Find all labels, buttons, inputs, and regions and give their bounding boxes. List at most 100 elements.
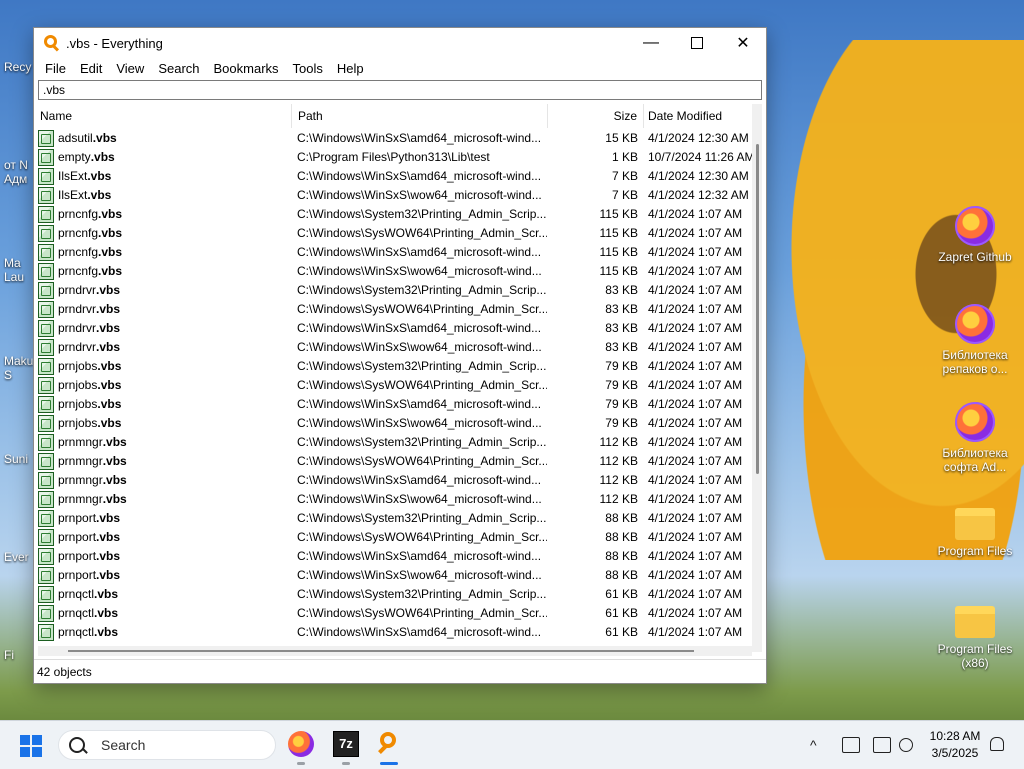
table-row[interactable]: prncnfg.vbs C:\Windows\System32\Printing_… [38,205,752,224]
file-name-cell: prnport.vbs [38,566,292,585]
file-name-cell: prnqctl.vbs [38,623,292,642]
table-row[interactable]: prnport.vbs C:\Windows\WinSxS\wow64_micro… [38,566,752,585]
table-row[interactable]: prnmngr.vbs C:\Windows\System32\Printing_… [38,433,752,452]
table-row[interactable]: prndrvr.vbs C:\Windows\SysWOW64\Printing_… [38,300,752,319]
title-bar[interactable]: .vbs - Everything — ✕ [34,28,766,58]
table-row[interactable]: prnjobs.vbs C:\Windows\WinSxS\amd64_micro… [38,395,752,414]
menu-file[interactable]: File [38,61,73,76]
menu-help[interactable]: Help [330,61,371,76]
table-row[interactable]: prndrvr.vbs C:\Windows\WinSxS\wow64_micro… [38,338,752,357]
desktop-icon-repack-library[interactable]: Библиотека репаков о... [935,304,1015,376]
desktop-label[interactable]: Maku [4,354,33,368]
column-header-path[interactable]: Path [292,104,548,128]
windows-logo-icon [20,735,30,745]
desktop-label[interactable]: от N [4,158,28,172]
table-row[interactable]: prndrvr.vbs C:\Windows\WinSxS\amd64_micro… [38,319,752,338]
vbs-file-icon [38,567,54,584]
menu-search[interactable]: Search [151,61,206,76]
desktop-icon-program-files[interactable]: Program Files [935,500,1015,558]
desktop-label[interactable]: Lau [4,270,24,284]
desktop-label[interactable]: Recy [4,60,31,74]
desktop-label[interactable]: Ever [4,550,29,564]
close-button[interactable]: ✕ [720,28,766,58]
desktop-label[interactable]: Ma [4,256,21,270]
menu-view[interactable]: View [109,61,151,76]
file-date: 4/1/2024 1:07 AM [648,302,743,316]
show-hidden-icons-chevron-icon[interactable]: ^ [810,721,817,769]
vbs-file-icon [38,396,54,413]
file-date: 4/1/2024 1:07 AM [648,283,743,297]
table-row[interactable]: IlsExt.vbs C:\Windows\WinSxS\amd64_micros… [38,167,752,186]
file-date: 4/1/2024 1:07 AM [648,207,743,221]
column-header-size[interactable]: Size [548,104,644,128]
file-date: 4/1/2024 1:07 AM [648,549,743,563]
table-row[interactable]: prnjobs.vbs C:\Windows\System32\Printing_… [38,357,752,376]
file-date: 4/1/2024 1:07 AM [648,435,743,449]
everything-window: .vbs - Everything — ✕ File Edit View Sea… [33,27,767,684]
display-icon[interactable] [873,721,891,769]
search-box[interactable] [38,80,762,100]
table-row[interactable]: prnqctl.vbs C:\Windows\System32\Printing_… [38,585,752,604]
desktop-label[interactable]: Suni [4,452,28,466]
desktop-icon-label: Библиотека софта Ad... [942,446,1008,474]
file-size: 88 KB [605,530,638,544]
file-date: 4/1/2024 1:07 AM [648,340,743,354]
desktop-label[interactable]: Адм [4,172,27,186]
maximize-button[interactable] [674,28,720,58]
column-header-name[interactable]: Name [38,104,292,128]
table-row[interactable]: prnmngr.vbs C:\Windows\WinSxS\amd64_micro… [38,471,752,490]
file-size: 1 KB [611,150,638,164]
menu-tools[interactable]: Tools [286,61,330,76]
file-name: prnjobs [58,378,98,392]
column-header-date[interactable]: Date Modified [644,104,752,128]
start-button[interactable] [20,735,42,757]
desktop-label[interactable]: Fi [4,648,14,662]
file-path: C:\Windows\WinSxS\wow64_microsoft-wind..… [297,340,542,354]
file-path: C:\Windows\System32\Printing_Admin_Scrip… [297,587,547,601]
table-row[interactable]: prnport.vbs C:\Windows\SysWOW64\Printing_… [38,528,752,547]
search-input[interactable] [39,81,761,99]
scrollbar-thumb[interactable] [68,650,694,652]
menu-bookmarks[interactable]: Bookmarks [207,61,286,76]
table-row[interactable]: prnport.vbs C:\Windows\WinSxS\amd64_micro… [38,547,752,566]
table-row[interactable]: prndrvr.vbs C:\Windows\System32\Printing_… [38,281,752,300]
file-name-cell: IlsExt.vbs [38,167,292,186]
table-row[interactable]: empty.vbs C:\Program Files\Python313\Lib\… [38,148,752,167]
table-row[interactable]: prnport.vbs C:\Windows\System32\Printing_… [38,509,752,528]
menu-edit[interactable]: Edit [73,61,109,76]
table-row[interactable]: prnmngr.vbs C:\Windows\WinSxS\wow64_micro… [38,490,752,509]
desktop-label[interactable]: S [4,368,12,382]
file-name: prnmngr [58,473,103,487]
results-list[interactable]: Name Path Size Date Modified adsutil.vbs… [38,104,752,652]
table-row[interactable]: adsutil.vbs C:\Windows\WinSxS\amd64_micro… [38,129,752,148]
table-row[interactable]: prncnfg.vbs C:\Windows\SysWOW64\Printing_… [38,224,752,243]
file-extension: .vbs [98,264,123,278]
vertical-scrollbar[interactable] [752,104,762,652]
table-row[interactable]: prnqctl.vbs C:\Windows\SysWOW64\Printing_… [38,604,752,623]
scrollbar-thumb[interactable] [756,144,759,474]
window-title: .vbs - Everything [66,35,163,51]
minimize-button[interactable]: — [628,28,674,58]
desktop-icon-program-files-x86[interactable]: Program Files (x86) [935,598,1015,670]
notification-bell-icon[interactable] [990,737,1004,751]
table-row[interactable]: IlsExt.vbs C:\Windows\WinSxS\wow64_micros… [38,186,752,205]
clock[interactable]: 10:28 AM 3/5/2025 [920,728,990,762]
table-row[interactable]: prnqctl.vbs C:\Windows\WinSxS\amd64_micro… [38,623,752,642]
desktop-icon-software-library[interactable]: Библиотека софта Ad... [935,402,1015,474]
table-row[interactable]: prncnfg.vbs C:\Windows\WinSxS\wow64_micro… [38,262,752,281]
table-row[interactable]: prnjobs.vbs C:\Windows\WinSxS\wow64_micro… [38,414,752,433]
horizontal-scrollbar[interactable] [38,646,752,656]
file-extension: .vbs [97,416,122,430]
taskbar-7zip[interactable]: 7z [333,731,359,757]
network-icon[interactable] [899,721,913,769]
tray-app-icon[interactable] [842,721,860,769]
desktop-icon-zapret-github[interactable]: Zapret Github [935,206,1015,264]
taskbar-firefox[interactable] [288,731,314,757]
table-row[interactable]: prnmngr.vbs C:\Windows\SysWOW64\Printing_… [38,452,752,471]
file-size: 88 KB [605,511,638,525]
file-date: 4/1/2024 1:07 AM [648,492,743,506]
table-row[interactable]: prnjobs.vbs C:\Windows\SysWOW64\Printing_… [38,376,752,395]
taskbar-search[interactable]: Search [58,730,276,760]
table-row[interactable]: prncnfg.vbs C:\Windows\WinSxS\amd64_micro… [38,243,752,262]
taskbar-everything[interactable] [376,731,402,757]
